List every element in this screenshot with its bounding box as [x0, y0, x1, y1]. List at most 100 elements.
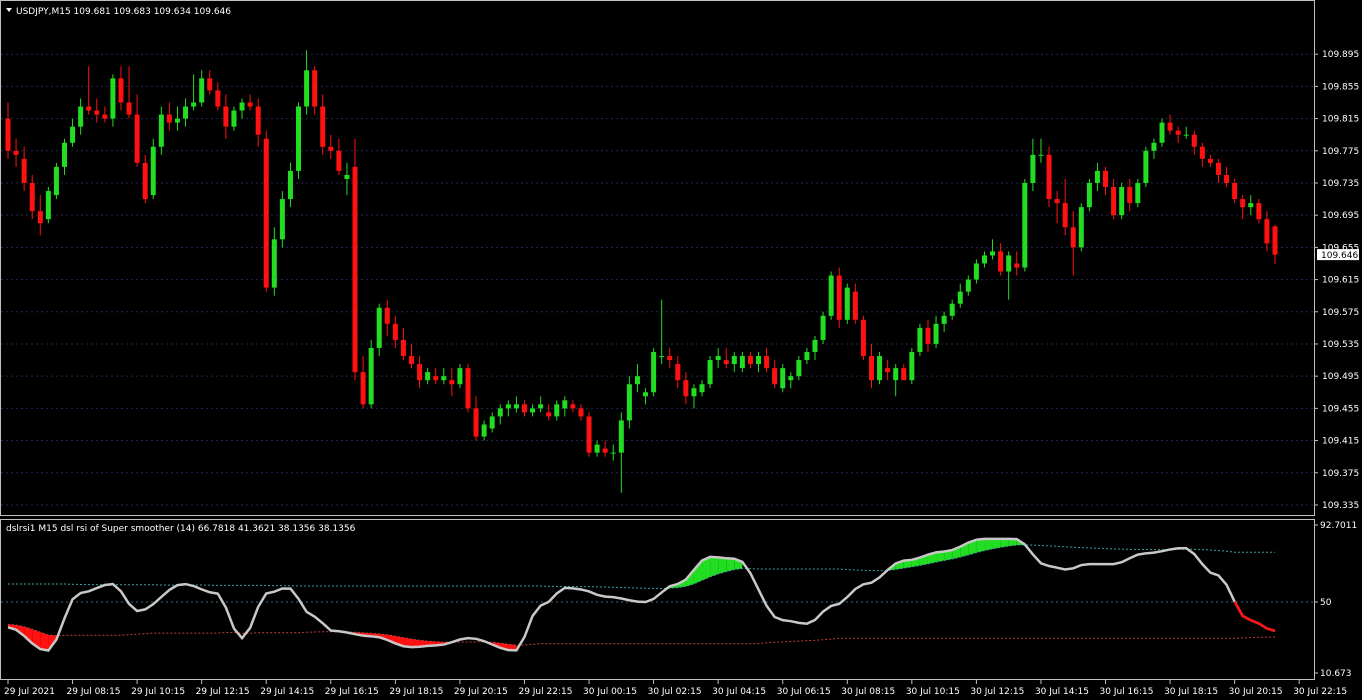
candle-body: [425, 372, 431, 381]
time-tick-label: 30 Jul 02:15: [648, 687, 702, 697]
price-tick-label: 109.335: [1322, 501, 1359, 511]
candle-body: [441, 376, 447, 381]
time-tick-label: 29 Jul 08:15: [67, 687, 121, 697]
candle-body: [836, 275, 842, 320]
current-price-label: 109.646: [1321, 251, 1358, 261]
candle-body: [626, 384, 632, 421]
candle-body: [449, 380, 455, 385]
price-tick-label: 109.375: [1322, 469, 1359, 479]
candle-body: [521, 404, 527, 413]
candle-body: [336, 150, 342, 171]
candle-body: [312, 70, 318, 107]
candle-body: [675, 364, 681, 381]
candle-body: [465, 368, 471, 409]
candle-body: [29, 182, 35, 212]
candle-body: [142, 162, 148, 200]
candle-body: [37, 211, 43, 224]
price-tick-label: 109.535: [1322, 340, 1359, 350]
candle-body: [150, 146, 156, 196]
time-tick-label: 30 Jul 06:15: [777, 687, 831, 697]
candle-body: [45, 191, 51, 220]
current-price-tag: 109.646: [1317, 249, 1359, 261]
time-tick-label: 29 Jul 10:15: [131, 687, 185, 697]
candle-body: [1127, 187, 1133, 204]
candle-body: [957, 291, 963, 304]
candle-body: [328, 146, 334, 151]
candle-body: [1103, 170, 1109, 188]
candle-body: [586, 416, 592, 453]
candle-body: [844, 287, 850, 320]
candle-body: [1256, 203, 1262, 220]
candle-body: [1062, 203, 1068, 228]
candle-body: [546, 412, 552, 417]
candle-body: [933, 323, 939, 344]
candle-body: [1030, 154, 1036, 183]
price-tick-label: 109.695: [1322, 211, 1359, 221]
candle-body: [699, 384, 705, 393]
candle-body: [247, 102, 253, 107]
candle-body: [384, 307, 390, 324]
candle-body: [231, 110, 237, 127]
candle-body: [255, 106, 261, 135]
candle-body: [304, 70, 310, 107]
candle-body: [457, 368, 463, 385]
candle-body: [788, 376, 794, 381]
candle-body: [917, 327, 923, 353]
candle-body: [578, 408, 584, 417]
candle-body: [53, 166, 59, 196]
candle-body: [651, 352, 657, 393]
chart-title: USDJPY,M15 109.681 109.683 109.634 109.6…: [16, 7, 231, 17]
candle-body: [820, 315, 826, 340]
candle-body: [1006, 255, 1012, 272]
candle-body: [400, 339, 406, 357]
candle-body: [1216, 162, 1221, 175]
candle-body: [659, 356, 665, 358]
candle-body: [772, 368, 778, 385]
time-tick-label: 30 Jul 16:15: [1100, 687, 1154, 697]
candle-body: [868, 356, 874, 381]
candle-body: [223, 106, 229, 127]
candle-body: [691, 388, 697, 397]
candle-body: [320, 106, 326, 147]
candle-body: [263, 138, 269, 288]
time-tick-label: 30 Jul 04:15: [712, 687, 766, 697]
candle-body: [417, 364, 423, 381]
candle-body: [893, 368, 899, 381]
time-tick-label: 29 Jul 20:15: [454, 687, 508, 697]
candle-body: [1159, 122, 1165, 143]
price-tick-label: 109.855: [1322, 82, 1359, 92]
candle-body: [21, 158, 27, 183]
candle-body: [1135, 182, 1141, 204]
candle-body: [1119, 187, 1125, 216]
candle-body: [134, 114, 140, 163]
candle-body: [877, 356, 883, 381]
candle-body: [215, 90, 221, 107]
candle-body: [667, 356, 673, 361]
candle-body: [433, 376, 439, 381]
candle-body: [126, 102, 132, 115]
candle-body: [110, 78, 116, 119]
bull-zone-fill: [710, 556, 719, 577]
candle-body: [1094, 170, 1100, 183]
candle-body: [1183, 134, 1189, 136]
time-tick-label: 30 Jul 10:15: [906, 687, 960, 697]
candle-body: [1272, 226, 1278, 255]
candle-body: [764, 356, 770, 369]
candle-body: [683, 380, 689, 397]
candle-body: [1014, 263, 1020, 268]
bull-zone-fill: [718, 557, 727, 574]
candle-body: [1143, 150, 1149, 183]
candle-body: [376, 307, 382, 348]
candle-body: [828, 275, 834, 316]
candle-body: [166, 114, 172, 123]
trading-chart[interactable]: USDJPY,M15 109.681 109.683 109.634 109.6…: [0, 0, 1362, 700]
candle-body: [1070, 227, 1076, 248]
candle-body: [481, 424, 487, 437]
candle-body: [1151, 142, 1157, 151]
candle-body: [86, 106, 92, 111]
candle-body: [5, 118, 11, 151]
time-tick-label: 29 Jul 14:15: [260, 687, 314, 697]
candle-body: [352, 166, 358, 373]
candle-body: [1038, 154, 1044, 156]
candle-body: [102, 114, 108, 119]
